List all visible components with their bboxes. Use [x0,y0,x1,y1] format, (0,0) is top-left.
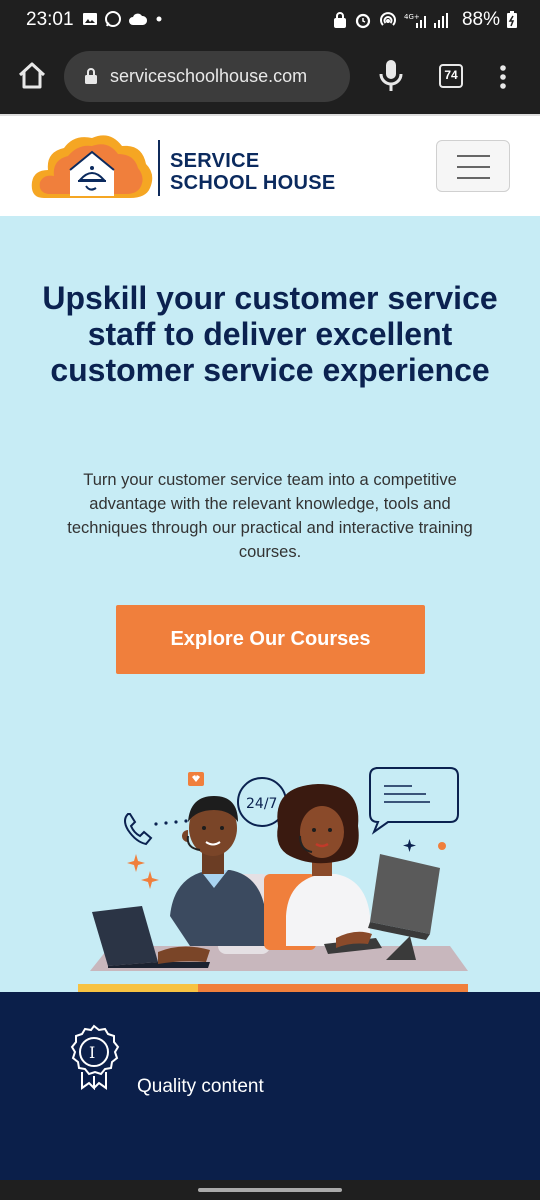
explore-courses-button[interactable]: Explore Our Courses [116,605,425,674]
svg-text:4G+: 4G+ [404,13,420,21]
logo-icon[interactable] [30,130,154,202]
svg-text:I: I [89,1043,95,1062]
status-time: 23:01 [26,9,74,30]
tab-switcher-button[interactable]: 74 [439,64,463,88]
hotspot-icon [380,12,396,26]
hamburger-menu-button[interactable] [436,140,510,192]
alarm-icon [355,13,371,29]
gesture-handle[interactable] [198,1188,342,1192]
battery-level: 88% [461,9,500,30]
hero-title: Upskill your customer service staff to d… [42,280,498,388]
status-bar: 23:01 4G+ 88% [0,0,540,40]
features-section: I Quality content [0,992,540,1180]
site-header: SERVICE SCHOOL HOUSE [0,114,540,216]
logo-divider [158,140,160,196]
hamburger-line [457,166,490,168]
lock-screen-icon [333,12,346,28]
cloud-icon [129,13,148,25]
award-badge-icon: I [70,1024,120,1090]
dot-icon [156,16,162,22]
browser-toolbar: serviceschoolhouse.com 74 [0,40,540,114]
battery-icon [507,11,517,28]
signal-icon: 4G+ [404,13,448,28]
hamburger-line [457,155,490,157]
home-icon[interactable] [16,60,48,92]
status-right: 4G+ 88% [332,9,518,31]
image-icon [83,13,97,25]
brand-name-line2: SCHOOL HOUSE [170,172,336,194]
more-options-icon[interactable] [496,64,510,90]
notification-icons [82,10,164,28]
hero-subtitle: Turn your customer service team into a c… [67,471,473,561]
url-text: serviceschoolhouse.com [110,66,308,86]
brand-name-line1: SERVICE [170,150,260,172]
address-bar[interactable]: serviceschoolhouse.com [64,51,350,102]
feature-quality-content: Quality content [137,1076,264,1097]
microphone-icon[interactable] [378,58,404,94]
whatsapp-icon [105,11,121,27]
customer-service-illustration: 24/7 [78,767,468,992]
system-nav-bar [0,1180,540,1200]
illustration-24-7-label: 24/7 [246,796,277,812]
hamburger-line [457,177,490,179]
lock-icon [85,68,97,84]
hero-section: Upskill your customer service staff to d… [0,216,540,992]
